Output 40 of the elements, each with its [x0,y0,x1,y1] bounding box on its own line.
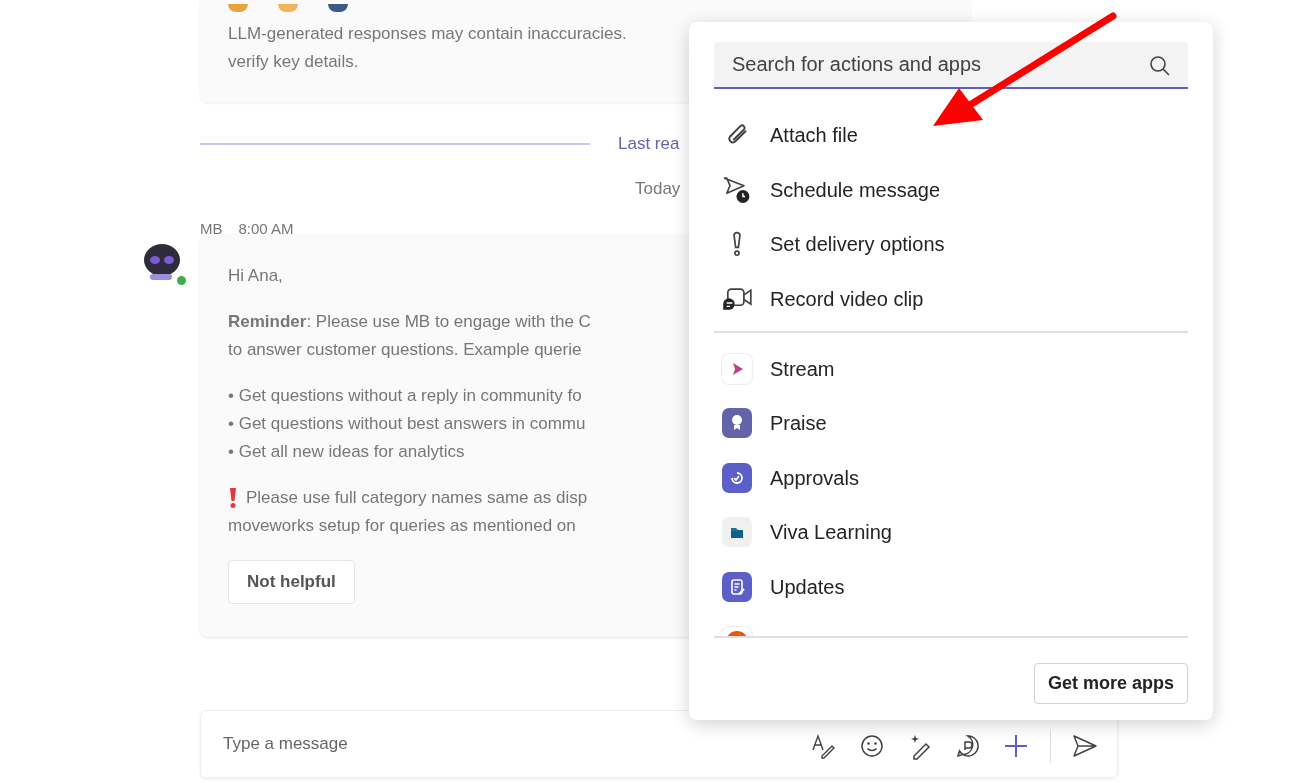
disclaimer-text: verify key details. [228,51,359,73]
search-icon [1148,54,1172,78]
bullet-text: • Get all new ideas for analytics [228,441,465,463]
plus-icon[interactable] [1002,732,1030,760]
emoji-icon[interactable] [858,732,886,760]
exclamation-icon [228,487,238,509]
folder-icon [722,517,752,548]
last-read-label: Last rea [618,133,680,156]
feedback-button[interactable]: Not helpful [228,560,355,604]
send-icon[interactable] [1071,732,1099,760]
app-item[interactable]: Stream [714,341,1188,396]
message-time: 8:00 AM [238,219,294,238]
menu-item[interactable]: Record video clip [714,271,1188,327]
app-item[interactable]: Approvals [714,450,1188,506]
bullet-text: • Get questions without a reply in community fo [228,385,582,407]
message-text: to answer customer questions. Example querie [228,339,582,361]
message-field[interactable]: Type a message [221,730,621,758]
send-clock-icon [723,175,751,204]
badge-ribbon-icon [722,408,752,439]
note-text: Please use full category names same as disp [246,487,588,509]
app-item[interactable]: Viva Learning [714,505,1188,560]
search-field[interactable]: Search for actions and apps [714,42,1188,89]
menu-item[interactable]: Schedule message [714,162,1188,218]
disclaimer-text: LLM-generated responses may contain inaccuracies. [228,23,627,45]
exclamation-icon [733,231,741,258]
message-text: Reminder: Please use MB to engage with the C [228,311,591,333]
app-item[interactable]: Updates [714,559,1188,615]
sender-name: MB [200,219,223,238]
get-more-apps-button[interactable]: Get more apps [1033,663,1188,705]
video-camera-icon [722,287,752,311]
bullet-text: • Get questions without best answers in commu [228,413,586,435]
app-item[interactable]: Praise [714,395,1188,451]
greeting-text: Hi Ana, [228,265,283,287]
chat-bubble-icon[interactable] [954,732,982,760]
play-icon [722,353,752,384]
note-text: moveworks setup for queries as mentioned on [228,515,576,537]
date-label: Today [635,179,681,198]
clipboard-icon [722,572,752,603]
menu-item[interactable]: Attach file [714,108,1188,163]
menu-item[interactable]: Set delivery options [714,217,1188,272]
